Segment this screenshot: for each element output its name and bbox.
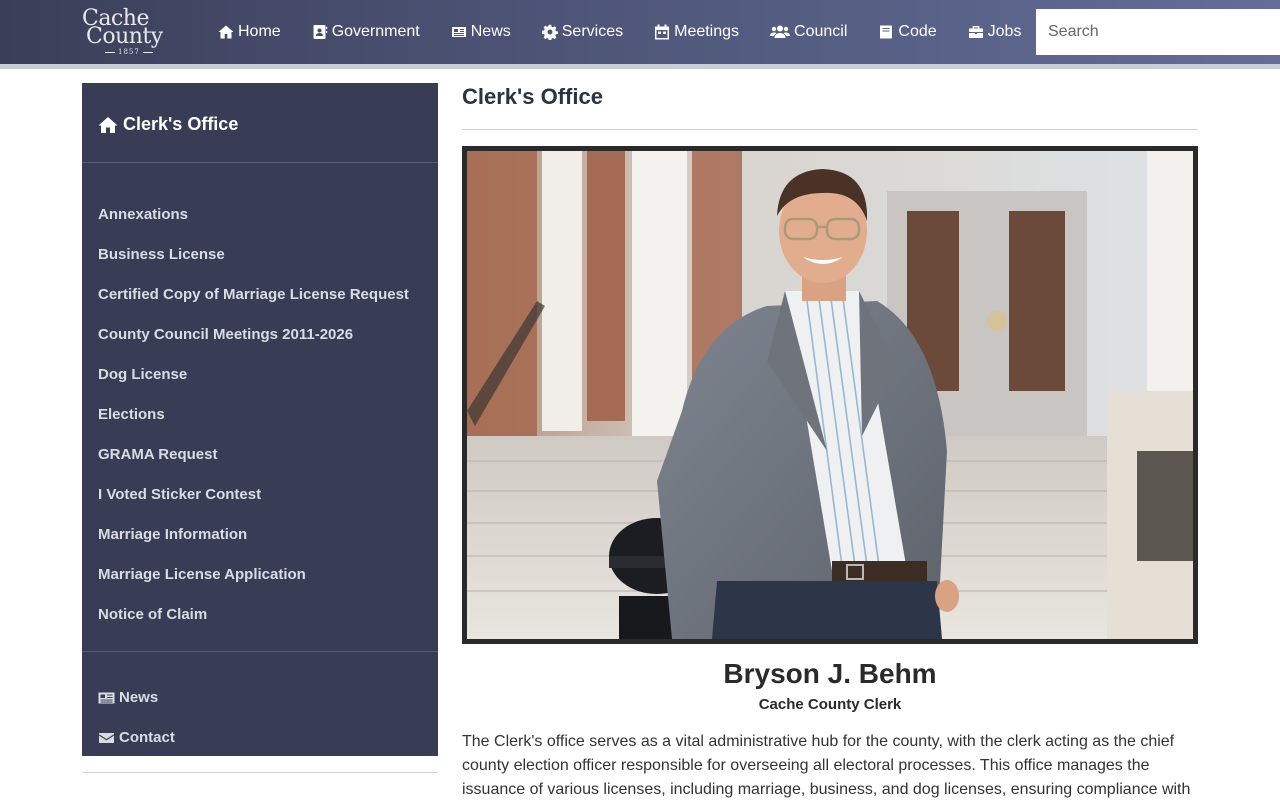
portrait-illustration (467, 151, 1193, 639)
cache-county-logo[interactable]: Cache County 1857 (80, 6, 184, 58)
sidebar-item-business-license[interactable]: Business License (98, 244, 409, 284)
clerk-name: Bryson J. Behm (723, 658, 937, 689)
sidebar-item-annexations[interactable]: Annexations (98, 204, 409, 244)
office-description: The Clerk's office serves as a vital adm… (462, 733, 1191, 798)
nav-label: Council (794, 23, 848, 40)
nav-label: Services (561, 23, 624, 40)
nav-label: Jobs (987, 23, 1022, 40)
sidebar-item-notice-of-claim[interactable]: Notice of Claim (98, 604, 409, 644)
sidebar-item-council-meetings[interactable]: County Council Meetings 2011-2026 (98, 324, 409, 364)
top-navbar: Cache County 1857 Home Government News S… (0, 0, 1280, 64)
nav-label: News (470, 23, 511, 40)
sidebar-item-grama-request[interactable]: GRAMA Request (98, 444, 409, 484)
clerk-photo-frame (462, 146, 1198, 644)
nav-label: Meetings (674, 23, 740, 40)
sidebar-item-sticker-contest[interactable]: I Voted Sticker Contest (98, 484, 409, 524)
sidebar-item-marriage-information[interactable]: Marriage Information (98, 524, 409, 564)
nav-jobs[interactable]: Jobs (968, 23, 1022, 41)
sidebar-title: Clerk's Office (123, 114, 239, 134)
nav-label: Home (238, 23, 281, 40)
sidebar-divider (82, 651, 438, 652)
newspaper-icon (451, 24, 467, 40)
nav-news[interactable]: News (451, 23, 511, 41)
nav-services[interactable]: Services (541, 23, 624, 41)
logo-line2: County (86, 24, 163, 49)
clerk-portrait-photo (467, 151, 1193, 639)
sidebar: Clerk's Office Annexations Business Lice… (82, 83, 438, 756)
page-title: Clerk's Office (462, 84, 603, 109)
nav-label: Code (898, 23, 937, 40)
clerk-role: Cache County Clerk (758, 696, 902, 713)
home-icon (98, 116, 118, 133)
sidebar-item-dog-license[interactable]: Dog License (98, 364, 409, 404)
users-icon (770, 24, 791, 40)
calendar-icon (654, 24, 670, 40)
main-nav: Home Government News Services Meetings C… (218, 0, 1021, 64)
address-book-icon (312, 24, 328, 40)
nav-council[interactable]: Council (770, 23, 847, 41)
envelope-icon (99, 733, 114, 743)
nav-code[interactable]: Code (878, 23, 937, 41)
sidebar-item-certified-copy[interactable]: Certified Copy of Marriage License Reque… (98, 284, 409, 324)
logo-year: 1857 (105, 48, 153, 56)
sidebar-item-elections[interactable]: Elections (98, 404, 409, 444)
sidebar-title-link[interactable]: Clerk's Office (98, 114, 238, 135)
search-input[interactable] (1036, 9, 1280, 55)
title-divider (462, 129, 1198, 130)
book-icon (878, 24, 894, 40)
sidebar-links: Annexations Business License Certified C… (98, 204, 409, 644)
sidebar-footer-links: News Contact (98, 678, 175, 758)
newspaper-icon (98, 692, 115, 704)
sidebar-divider (82, 162, 438, 163)
gear-icon (541, 24, 558, 40)
briefcase-icon (968, 24, 984, 40)
home-icon (218, 24, 234, 40)
sidebar-bottom-divider (82, 772, 438, 773)
nav-home[interactable]: Home (218, 23, 281, 41)
header-divider (0, 64, 1280, 69)
sidebar-item-label: Contact (119, 729, 175, 746)
nav-meetings[interactable]: Meetings (654, 23, 739, 41)
sidebar-item-news[interactable]: News (98, 678, 175, 718)
sidebar-item-marriage-license-application[interactable]: Marriage License Application (98, 564, 409, 604)
nav-label: Government (331, 23, 420, 40)
nav-government[interactable]: Government (312, 23, 420, 41)
sidebar-item-contact[interactable]: Contact (98, 718, 175, 758)
sidebar-item-label: News (119, 689, 159, 706)
